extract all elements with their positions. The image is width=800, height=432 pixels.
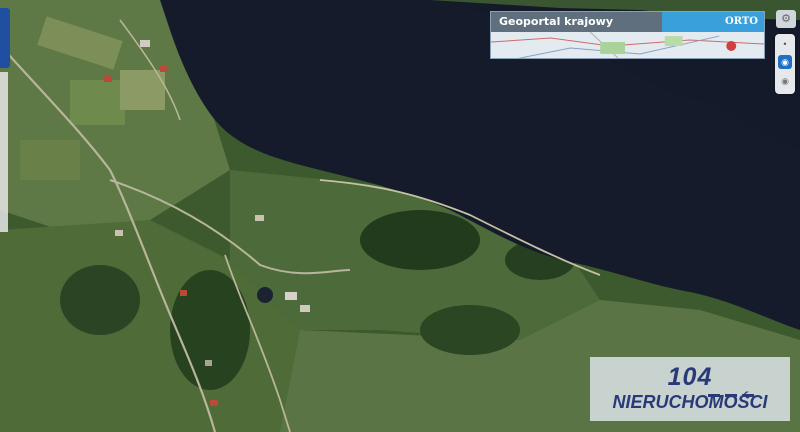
geoportal-title: Geoportal krajowy [491,12,662,32]
eye-icon[interactable]: ◉ [778,55,792,69]
field-strip-4 [20,140,80,180]
roof-6 [300,305,310,312]
field-strip-2 [70,80,125,125]
roof-8 [210,400,218,406]
location-marker-icon [726,41,737,51]
geoportal-panel[interactable]: Geoportal krajowy ORTO [490,11,765,59]
map-control-bar: • ◉ ◉ [775,34,795,94]
minimap-green-2 [664,36,683,46]
roof-1 [104,76,112,82]
minimap-bg [491,32,764,58]
agency-watermark: 104 NIERUCHOMOŚCI [590,357,790,421]
left-panel-handle[interactable] [0,8,10,68]
roof-10 [115,230,123,236]
watermark-dashes [708,384,778,397]
layer-tab-orto[interactable]: ORTO [662,12,764,32]
settings-icon[interactable]: ⚙ [776,10,796,28]
forest-1 [360,210,480,270]
roof-4 [255,215,264,221]
minimap-green-1 [600,42,626,54]
left-toolbar[interactable] [0,72,8,232]
roof-9 [205,360,212,366]
geoportal-header: Geoportal krajowy ORTO [491,12,764,32]
eye-hidden-icon[interactable]: ◉ [778,74,792,88]
pond [257,287,273,303]
roof-7 [180,290,187,296]
forest-3 [420,305,520,355]
roof-5 [285,292,297,300]
watermark-name: NIERUCHOMOŚCI [612,392,768,412]
forest-4 [60,265,140,335]
zoom-in-icon[interactable]: • [778,37,792,51]
minimap[interactable] [491,32,764,59]
roof-2 [160,66,167,72]
roof-3 [140,40,150,47]
